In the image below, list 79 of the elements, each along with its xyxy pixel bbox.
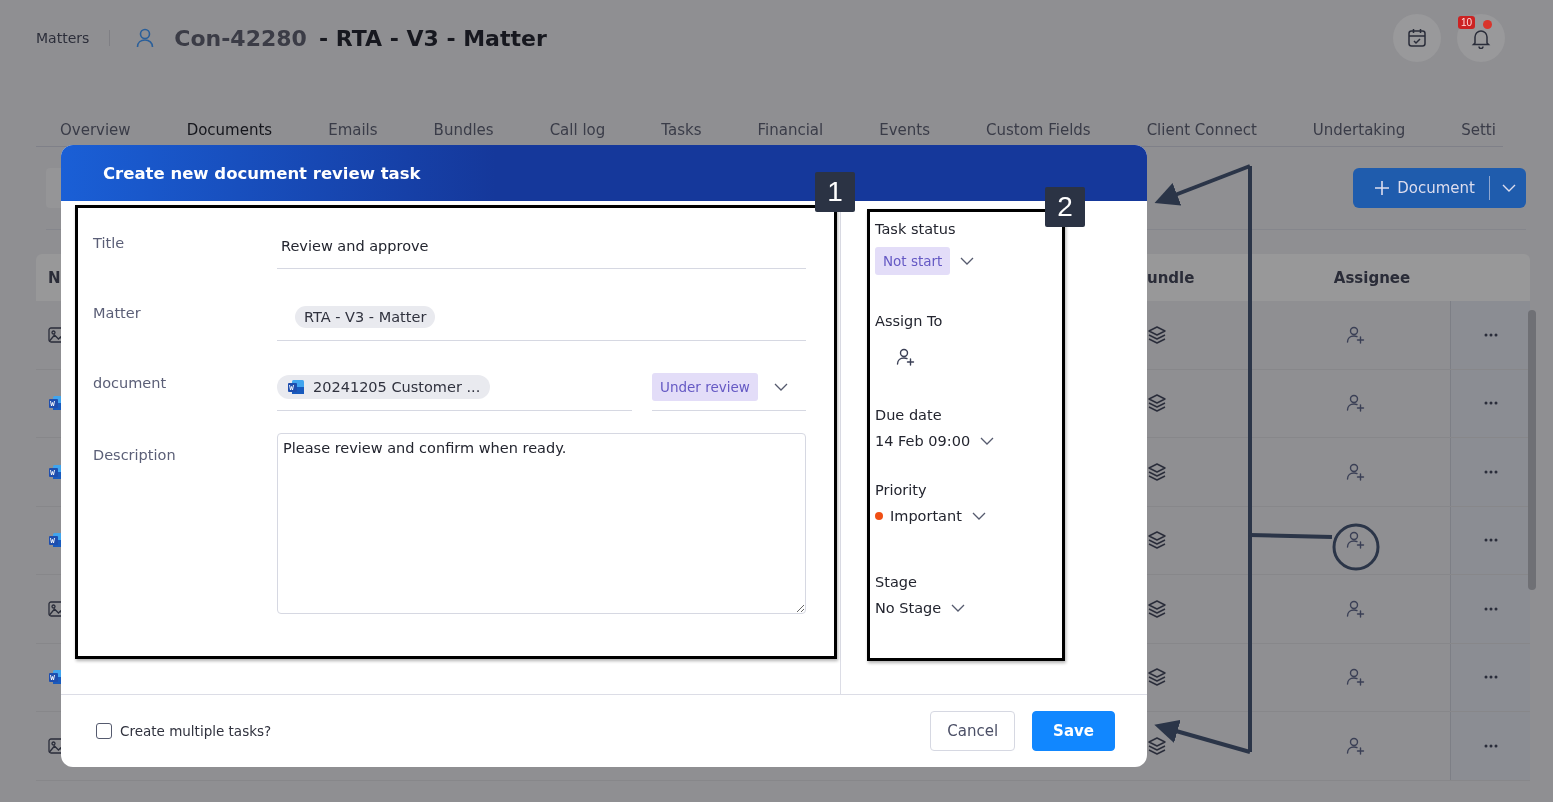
- status-tag: Under review: [652, 372, 758, 401]
- document-status-select[interactable]: Under review: [652, 363, 806, 411]
- more-icon[interactable]: [1483, 606, 1498, 611]
- tab[interactable]: Bundles: [433, 116, 494, 144]
- save-button[interactable]: Save: [1032, 711, 1115, 751]
- tab[interactable]: Financial: [757, 116, 824, 144]
- column-header: Assignee: [1332, 268, 1412, 287]
- field-label: Matter: [93, 304, 142, 321]
- caret-icon[interactable]: [1502, 184, 1516, 192]
- chevron-down-icon: [773, 382, 788, 391]
- column-header: undle: [1146, 268, 1196, 287]
- tab[interactable]: Tasks: [661, 116, 702, 144]
- layers-icon[interactable]: [1147, 736, 1167, 755]
- checkbox-label: Create multiple tasks?: [120, 723, 272, 739]
- layers-icon[interactable]: [1147, 394, 1167, 413]
- layers-icon[interactable]: [1147, 325, 1167, 344]
- dialog-title: Create new document review task: [103, 163, 421, 183]
- chevron-down-icon: [980, 437, 995, 445]
- more-icon[interactable]: [1483, 401, 1498, 406]
- chevron-down-icon: [971, 512, 986, 520]
- more-icon[interactable]: [1483, 538, 1498, 543]
- layers-icon[interactable]: [1147, 599, 1167, 618]
- field-label: Title: [93, 234, 126, 251]
- breadcrumb-link[interactable]: Matters: [36, 30, 90, 46]
- person-icon: [136, 28, 155, 48]
- scrollbar[interactable]: [1528, 310, 1536, 590]
- column-header: N: [47, 268, 62, 287]
- field-label: Due date: [875, 407, 943, 423]
- field-label: Description: [93, 446, 177, 463]
- document-field[interactable]: 20241205 Customer ...: [277, 363, 632, 411]
- layers-icon[interactable]: [1147, 668, 1167, 687]
- matter-chip: RTA - V3 - Matter: [295, 305, 436, 328]
- more-icon[interactable]: [1483, 743, 1498, 748]
- matter-field[interactable]: RTA - V3 - Matter: [277, 293, 806, 341]
- chevron-down-icon: [960, 257, 975, 265]
- matter-title: - RTA - V3 - Matter: [318, 25, 547, 51]
- layers-icon[interactable]: [1147, 531, 1167, 550]
- select-value[interactable]: Important: [890, 508, 962, 524]
- tab[interactable]: Setti: [1461, 116, 1496, 144]
- more-icon[interactable]: [1483, 469, 1498, 474]
- bell-icon: [1470, 27, 1492, 49]
- tab[interactable]: Client Connect: [1146, 116, 1257, 144]
- field-label: document: [93, 374, 168, 391]
- description-field[interactable]: Please review and confirm when ready.: [277, 433, 806, 614]
- callout-number: 2: [1045, 187, 1085, 227]
- matter-id: Con-42280: [174, 25, 307, 51]
- plus-icon: [1375, 181, 1390, 195]
- tab[interactable]: Emails: [328, 116, 378, 144]
- tab[interactable]: Custom Fields: [985, 116, 1091, 144]
- notifications-button[interactable]: 10: [1457, 14, 1505, 62]
- calendar-icon: [1406, 27, 1428, 49]
- document-name: 20241205 Customer ...: [313, 378, 481, 395]
- tab[interactable]: Call log: [549, 116, 606, 144]
- word-file-icon: [287, 378, 305, 395]
- checkbox[interactable]: [96, 723, 112, 739]
- chevron-down-icon: [951, 604, 966, 612]
- calendar-button[interactable]: [1393, 14, 1441, 62]
- alert-dot: [1483, 20, 1492, 29]
- add-document-button[interactable]: Document: [1353, 168, 1526, 208]
- field-label: Assign To: [875, 313, 944, 329]
- more-icon[interactable]: [1483, 675, 1498, 680]
- callout-number: 1: [815, 172, 855, 212]
- tab[interactable]: Documents: [186, 116, 273, 144]
- field-label: Priority: [875, 482, 928, 498]
- more-icon[interactable]: [1483, 332, 1498, 337]
- select-value[interactable]: 14 Feb 09:00: [875, 433, 971, 449]
- add-document-label: Document: [1397, 179, 1475, 197]
- tab[interactable]: Undertaking: [1312, 116, 1406, 144]
- field-label: Task status: [875, 221, 957, 237]
- select-value[interactable]: No Stage: [875, 600, 942, 616]
- add-user-icon[interactable]: [895, 347, 915, 367]
- tab[interactable]: Overview: [60, 116, 131, 144]
- notification-count: 10: [1458, 16, 1476, 29]
- cancel-button[interactable]: Cancel: [930, 711, 1016, 751]
- highlight-circle: [1332, 523, 1380, 571]
- status-tag[interactable]: Not start: [875, 247, 951, 275]
- tab[interactable]: Events: [879, 116, 930, 144]
- layers-icon[interactable]: [1147, 462, 1167, 481]
- field-label: Stage: [875, 574, 918, 590]
